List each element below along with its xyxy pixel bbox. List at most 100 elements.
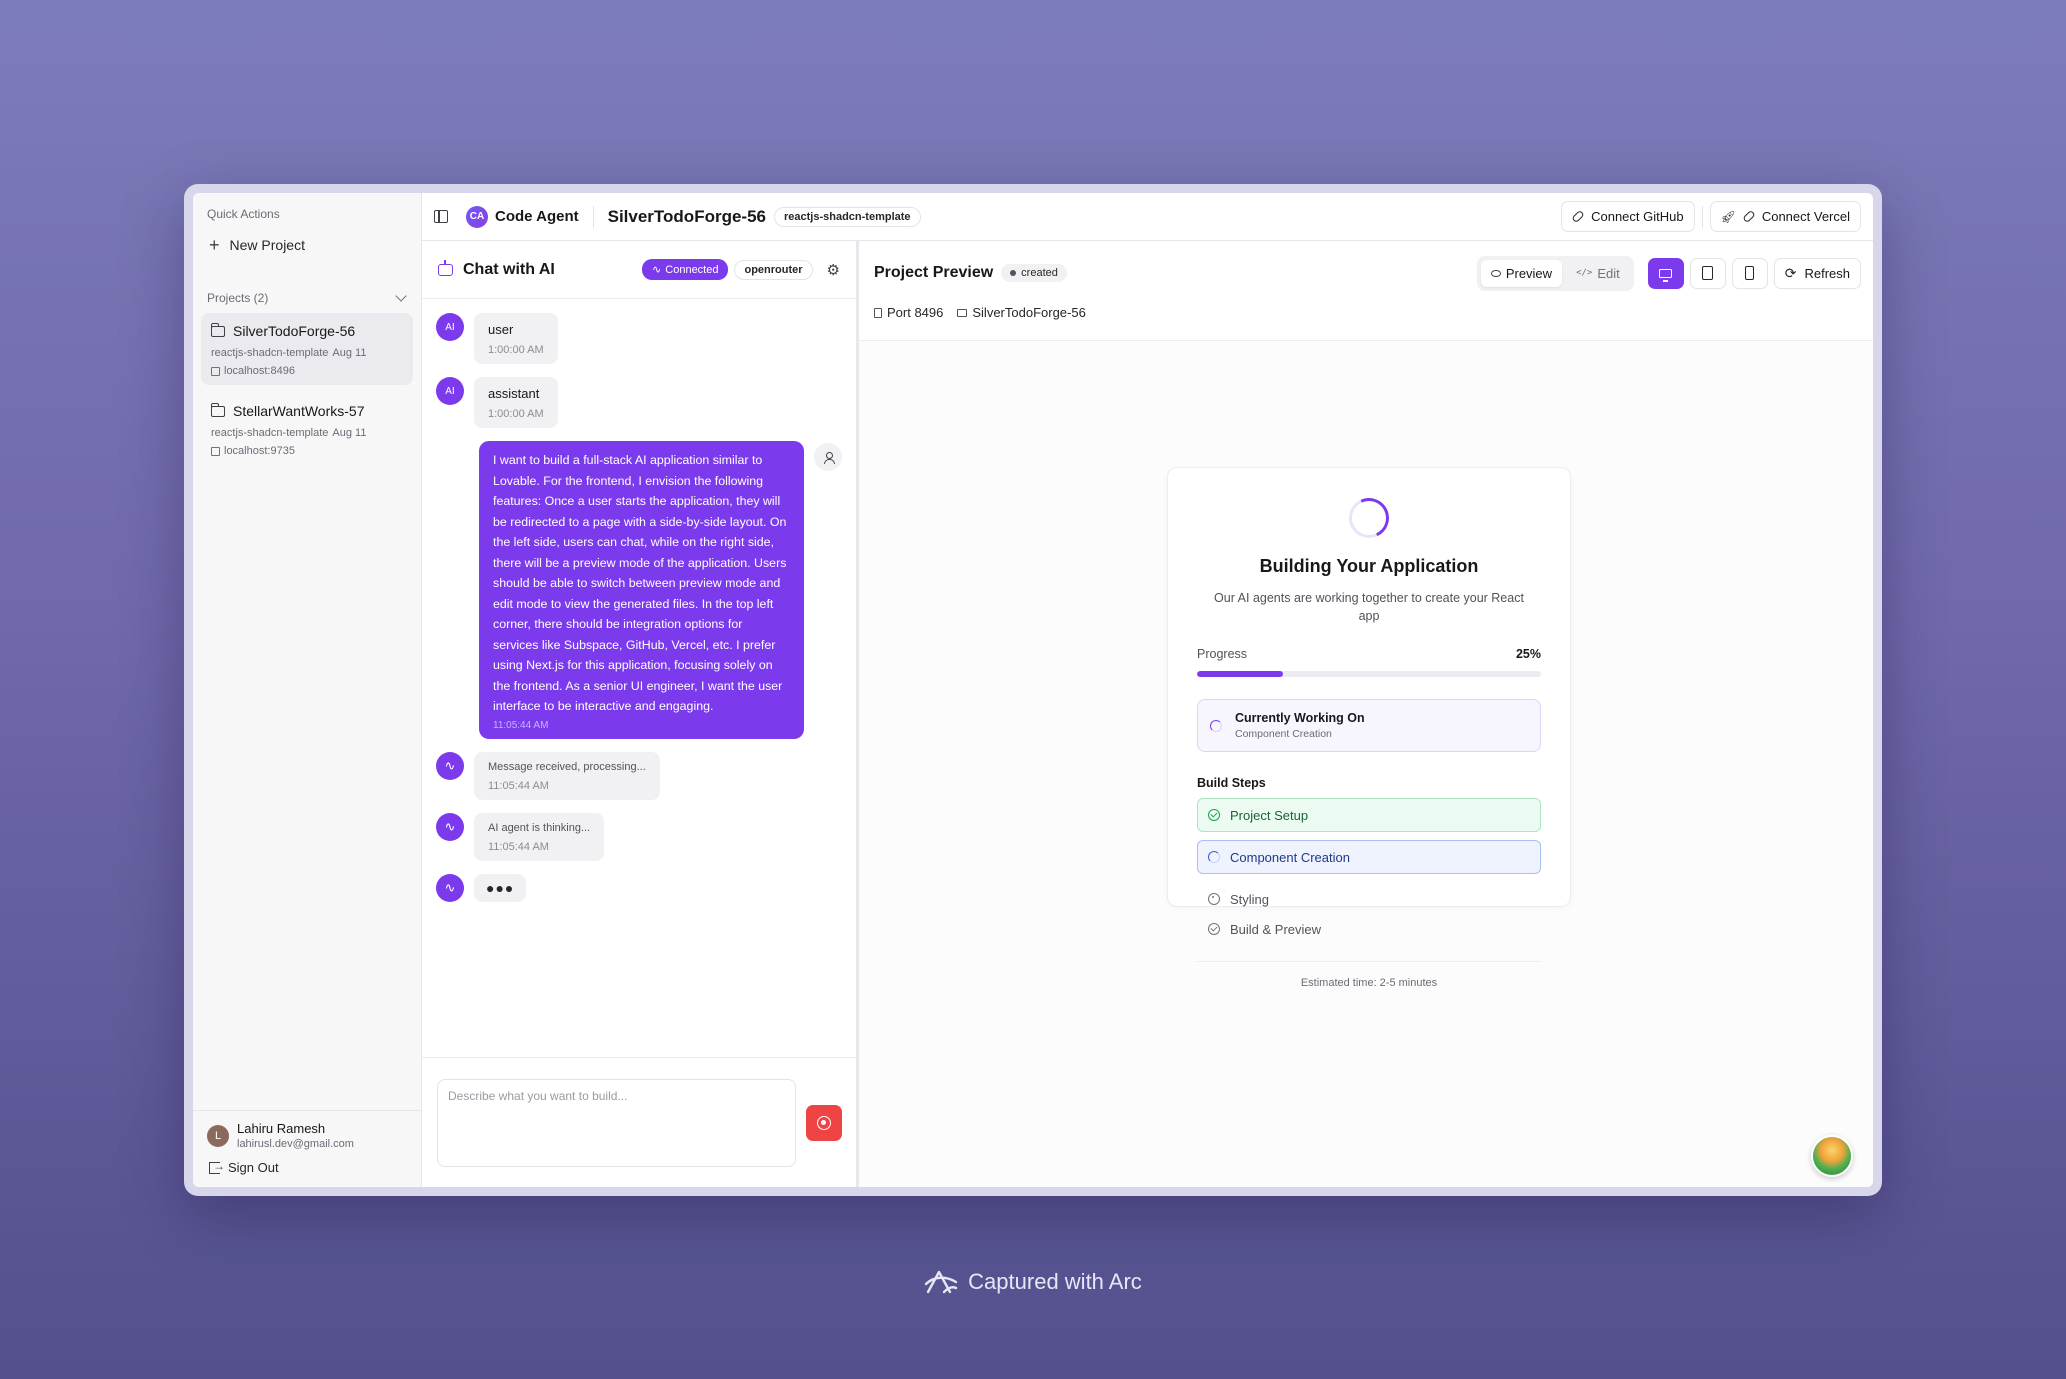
port-label: Port 8496 [887,305,944,320]
plus-icon: + [209,235,220,255]
project-name: StellarWantWorks-57 [233,403,365,419]
content-split: Chat with AI ∿ Connected openrouter ⚙ AI [422,241,1873,1187]
card-title: Building Your Application [1259,556,1479,576]
chat-panel: Chat with AI ∿ Connected openrouter ⚙ AI [422,241,859,1187]
new-project-button[interactable]: + New Project [193,221,421,255]
progress-bar [1197,671,1541,677]
project-date: Aug 11 [332,347,367,359]
stop-button[interactable] [806,1104,842,1141]
refresh-label: Refresh [1804,265,1850,281]
project-host: localhost:9735 [224,445,295,457]
check-circle-icon [1208,809,1220,821]
new-project-label: New Project [229,237,305,253]
connect-vercel-label: Connect Vercel [1761,209,1850,224]
tab-preview[interactable]: Preview [1480,259,1563,287]
sidebar-toggle-icon[interactable] [434,210,448,223]
desktop-view-button[interactable] [1647,257,1684,289]
external-link-icon [211,446,220,456]
preview-panel: Project Preview created Preview </> Edit… [859,241,1873,1187]
step-label: Project Setup [1230,807,1309,823]
message-time: 1:00:00 AM [488,408,544,420]
code-icon: </> [1576,268,1593,278]
progress-label: Progress [1197,647,1248,661]
build-step-styling: Styling [1197,885,1541,913]
connect-github-label: Connect GitHub [1591,209,1684,224]
message-time: 11:05:44 AM [488,779,549,792]
user-message-item: I want to build a full-stack AI applicat… [478,441,842,739]
prompt-input[interactable]: Describe what you want to build... [437,1078,797,1167]
loader-icon [1208,851,1220,863]
chat-header: Chat with AI ∿ Connected openrouter ⚙ [422,241,856,299]
activity-icon: ∿ [444,757,456,773]
port-info: Port 8496 [874,305,943,320]
typing-indicator: ●●● [474,873,527,902]
circle-check-icon [1208,923,1220,935]
tab-edit-label: Edit [1597,265,1620,281]
project-host-link[interactable]: localhost:9735 [211,445,403,457]
gear-icon[interactable]: ⚙ [827,261,840,279]
projects-header-label: Projects (2) [207,291,269,305]
ai-avatar: AI [436,313,464,341]
user-panel: L Lahiru Ramesh lahirusl.dev@gmail.com S… [193,1110,421,1187]
app-logo: CA [466,205,488,228]
divider [592,205,594,228]
build-step-component-creation: Component Creation [1197,840,1541,874]
stop-circle-icon [817,1115,832,1130]
build-step-build-preview: Build & Preview [1197,915,1541,943]
project-title: SilverTodoForge-56 [607,206,766,226]
project-item-stellarwantworks[interactable]: StellarWantWorks-57 reactjs-shadcn-templ… [201,393,413,465]
system-avatar: ∿ [436,873,464,902]
project-host: localhost:8496 [224,365,295,377]
brand-name: Code Agent [495,208,579,225]
system-avatar: ∿ [436,812,464,841]
sidebar: Quick Actions + New Project Projects (2)… [193,193,422,1187]
project-template: reactjs-shadcn-template [211,347,329,359]
chat-title: Chat with AI [463,260,555,278]
ai-avatar: AI [436,377,464,405]
connect-vercel-button[interactable]: 🚀︎ Connect Vercel [1709,201,1861,232]
project-item-silvertodoforge[interactable]: SilverTodoForge-56 reactjs-shadcn-templa… [201,313,413,385]
typing-indicator-row: ∿ ●●● [436,873,842,902]
projects-header[interactable]: Projects (2) [193,253,421,305]
server-icon [874,307,882,318]
user-avatar: L [207,1124,229,1147]
mobile-view-button[interactable] [1731,257,1768,289]
current-step-name: Component Creation [1235,728,1332,740]
tab-edit[interactable]: </> Edit [1566,260,1630,287]
message-text: user [488,322,514,337]
progress-percent: 25% [1515,647,1541,661]
message-bubble: assistant 1:00:00 AM [474,377,558,428]
step-label: Component Creation [1230,849,1350,865]
refresh-button[interactable]: ⟳ Refresh [1773,257,1861,289]
step-label: Build & Preview [1230,921,1322,937]
message-text: AI agent is thinking... [488,821,591,834]
activity-icon: ∿ [444,879,456,895]
activity-icon: ∿ [444,818,456,834]
connect-github-button[interactable]: Connect GitHub [1561,201,1695,232]
arc-logo-icon [924,1268,958,1296]
connection-status-label: Connected [665,263,719,276]
message-time: 11:05:44 AM [493,719,549,731]
message-bubble: user 1:00:00 AM [474,313,558,364]
message-item: AI user 1:00:00 AM [436,313,842,364]
message-time: 11:05:44 AM [488,840,549,853]
message-text: Message received, processing... [488,760,646,773]
preview-header: Project Preview created Preview </> Edit… [859,241,1873,341]
quick-actions-title: Quick Actions [207,207,280,221]
model-badge: openrouter [734,259,813,280]
progress-row: Progress 25% [1197,647,1541,661]
connection-status-badge: ∿ Connected [642,259,729,280]
log-out-icon [209,1159,225,1174]
folder-icon [210,402,225,417]
tablet-view-button[interactable] [1689,257,1726,289]
current-step-title: Currently Working On [1235,711,1365,725]
template-badge: reactjs-shadcn-template [774,206,921,227]
sign-out-button[interactable]: Sign Out [207,1159,409,1175]
message-time: 1:00:00 AM [488,344,544,356]
project-host-link[interactable]: localhost:8496 [211,365,403,377]
message-list[interactable]: AI user 1:00:00 AM AI assistant 1:00:00 … [422,299,856,1057]
message-item: ∿ AI agent is thinking... 11:05:44 AM [436,812,842,861]
project-date: Aug 11 [332,427,367,439]
floating-avatar[interactable] [1811,1135,1853,1177]
loader-icon [1210,719,1222,732]
